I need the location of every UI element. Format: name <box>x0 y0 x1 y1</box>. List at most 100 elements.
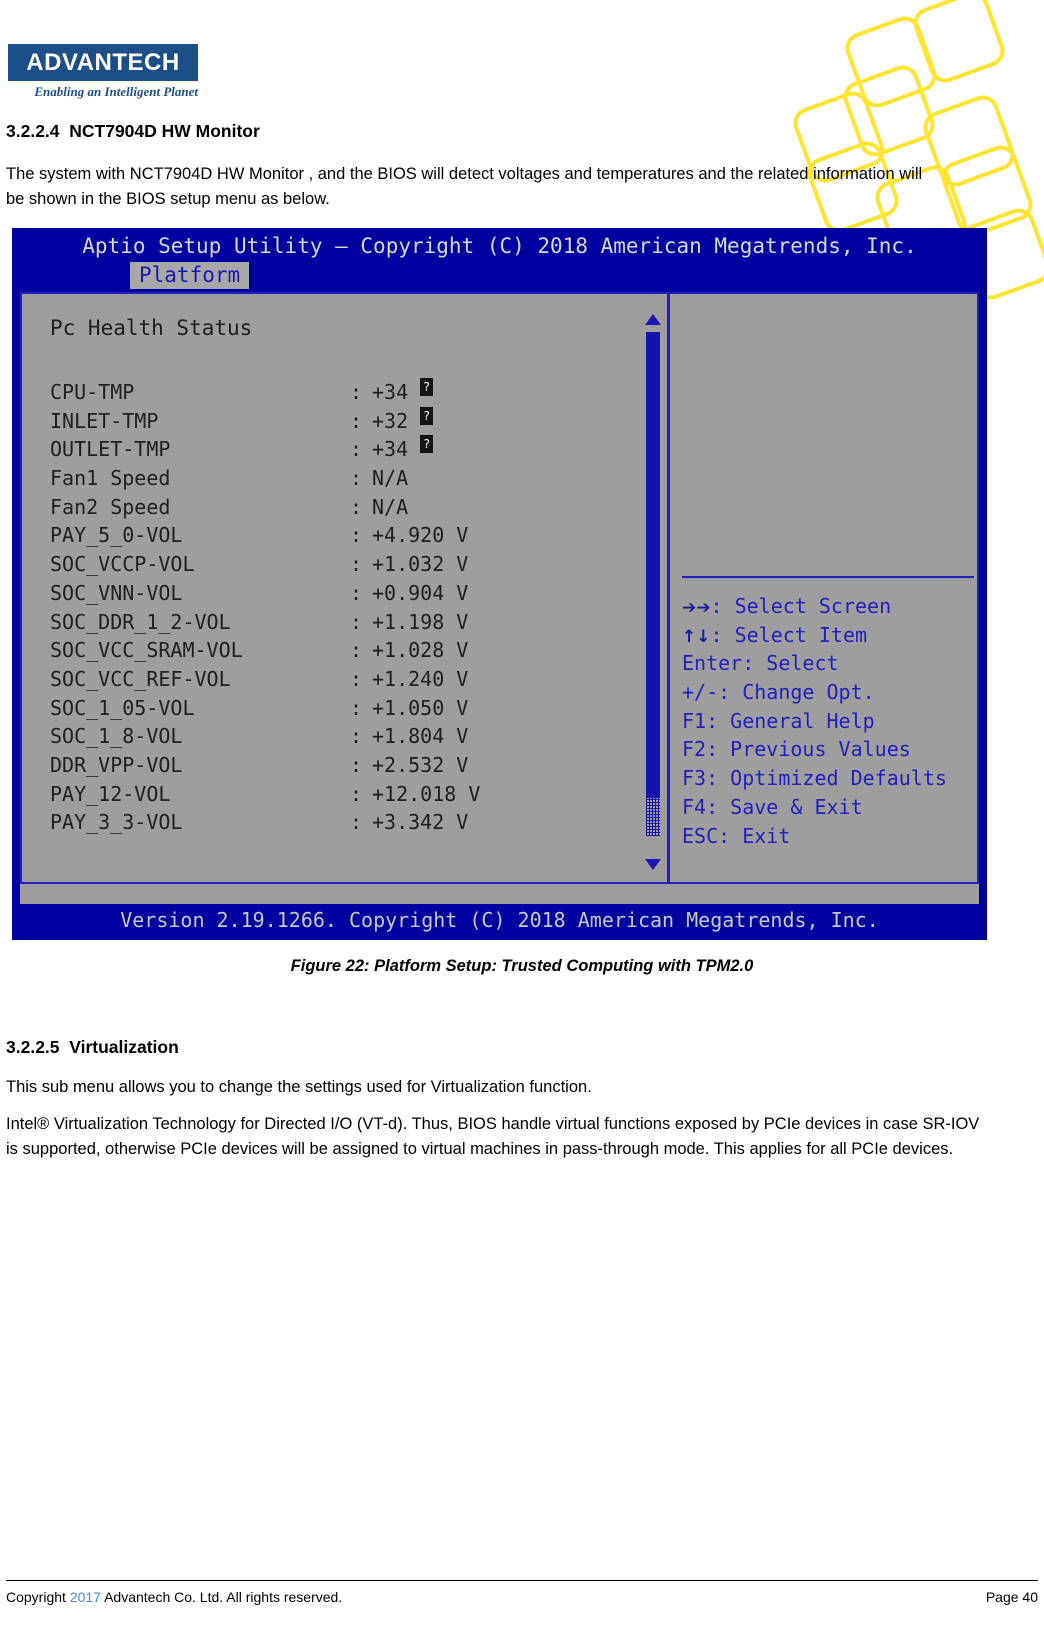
reading-value: +1.028 V <box>372 638 469 663</box>
reading-separator: : <box>350 781 363 806</box>
help-key-label: +/-: Change Opt. <box>682 680 875 705</box>
hw-monitor-row: PAY_5_0-VOL: +4.920 V <box>50 521 480 550</box>
help-key-label: F3: Optimized Defaults <box>682 766 947 791</box>
deco-square <box>937 141 1037 241</box>
hw-monitor-row: SOC_DDR_1_2-VOL: +1.198 V <box>50 608 480 637</box>
hw-monitor-row: PAY_12-VOL: +12.018 V <box>50 780 480 809</box>
bios-version-bar: Version 2.19.1266. Copyright (C) 2018 Am… <box>120 908 879 932</box>
hw-monitor-row: SOC_1_8-VOL: +1.804 V <box>50 722 480 751</box>
scroll-down-arrow-icon[interactable] <box>645 859 661 870</box>
scrollbar-thumb[interactable] <box>646 332 660 798</box>
reading-separator: : <box>350 638 363 663</box>
hw-monitor-row: SOC_VCC_REF-VOL: +1.240 V <box>50 665 480 694</box>
reading-value: +4.920 V <box>372 523 469 548</box>
reading-label: PAY_3_3-VOL <box>50 810 183 835</box>
paragraph-vtd: Intel® Virtualization Technology for Dir… <box>6 1115 980 1158</box>
reading-value: +34 <box>372 437 421 462</box>
reading-label: Fan2 Speed <box>50 494 171 519</box>
logo-box: ADVANTECH <box>8 44 198 81</box>
help-key-label: : Select Screen <box>710 594 892 618</box>
footer-divider <box>6 1580 1038 1581</box>
deco-square <box>839 61 939 161</box>
figure-caption: Figure 22: Platform Setup: Trusted Compu… <box>290 957 754 975</box>
arrow-keys-icon: ➔➔ <box>682 598 711 618</box>
help-key-row: F4: Save & Exit <box>682 793 947 822</box>
section-heading-nct7904d: 3.2.2.4 NCT7904D HW Monitor <box>6 121 260 141</box>
help-key-label: F1: General Help <box>682 708 875 733</box>
reading-separator: : <box>350 408 363 433</box>
help-key-label: Enter: Select <box>682 651 839 676</box>
hw-monitor-row: SOC_VNN-VOL: +0.904 V <box>50 579 480 608</box>
bios-content-panel: Pc Health Status CPU-TMP: +34 ? INLET-TMP:… <box>20 292 979 884</box>
reading-separator: : <box>350 810 363 835</box>
hw-monitor-row: DDR_VPP-VOL: +2.532 V <box>50 751 480 780</box>
reading-label: OUTLET-TMP <box>50 437 171 462</box>
hw-monitor-row: CPU-TMP: +34 ? <box>50 378 480 407</box>
reading-label: PAY_12-VOL <box>50 781 171 806</box>
help-key-label: ESC: Exit <box>682 823 791 848</box>
footer-copyright-suffix: Advantech Co. Ltd. All rights reserved. <box>100 1589 343 1605</box>
deco-square <box>841 12 941 112</box>
help-key-row: F3: Optimized Defaults <box>682 764 947 793</box>
footer-copyright: Copyright 2017 Advantech Co. Ltd. All ri… <box>6 1589 342 1605</box>
help-key-list: ➔➔: Select Screen ↑↓: Select Item Enter: S… <box>682 592 947 850</box>
reading-separator: : <box>350 380 363 404</box>
footer-page-number: Page 40 <box>985 1589 1038 1605</box>
reading-label: SOC_1_8-VOL <box>50 724 183 749</box>
reading-label: SOC_1_05-VOL <box>50 695 195 720</box>
help-key-label: : Select Item <box>710 622 868 647</box>
reading-separator: : <box>350 666 363 691</box>
logo-tagline: Enabling an Intelligent Planet <box>34 84 198 99</box>
hw-monitor-row: OUTLET-TMP: +34 ? <box>50 435 480 464</box>
reading-label: Fan1 Speed <box>50 466 171 491</box>
tab-platform[interactable]: Platform <box>130 262 250 289</box>
help-key-row: F2: Previous Values <box>682 735 947 764</box>
hw-monitor-row: Fan1 Speed: N/A <box>50 464 480 493</box>
hw-monitor-row: INLET-TMP: +32 ? <box>50 406 480 436</box>
help-key-label: F4: Save & Exit <box>682 794 863 819</box>
footer-copyright-prefix: Copyright <box>6 1589 70 1605</box>
help-key-row: ➔➔: Select Screen <box>682 592 947 621</box>
scrollbar-track[interactable] <box>646 798 660 836</box>
help-key-row: F1: General Help <box>682 707 947 736</box>
reading-value: +2.532 V <box>372 752 469 777</box>
hw-monitor-row: SOC_1_05-VOL: +1.050 V <box>50 694 480 723</box>
reading-value: +1.198 V <box>372 609 469 634</box>
reading-value: +34 <box>372 380 421 404</box>
help-key-row: ESC: Exit <box>682 822 947 851</box>
reading-value: +1.240 V <box>372 666 469 691</box>
help-separator-rule <box>682 576 974 578</box>
missing-glyph-icon: ? <box>420 406 434 425</box>
pc-health-status-title: Pc Health Status <box>50 316 253 340</box>
help-key-row: +/-: Change Opt. <box>682 678 947 707</box>
reading-value: +3.342 V <box>372 810 469 835</box>
reading-label: DDR_VPP-VOL <box>50 752 183 777</box>
reading-label: SOC_VCC_REF-VOL <box>50 666 231 691</box>
page-footer: Copyright 2017 Advantech Co. Ltd. All ri… <box>6 1589 1038 1605</box>
vertical-scrollbar[interactable] <box>643 302 663 878</box>
reading-label: SOC_VCCP-VOL <box>50 552 195 577</box>
hw-monitor-row: Fan2 Speed: N/A <box>50 493 480 522</box>
reading-value: +1.032 V <box>372 552 469 577</box>
hw-monitor-row: SOC_VCCP-VOL: +1.032 V <box>50 550 480 579</box>
reading-value: +32 <box>372 408 421 433</box>
reading-label: SOC_VNN-VOL <box>50 580 183 605</box>
logo-wordmark: ADVANTECH <box>26 48 180 76</box>
advantech-logo: ADVANTECH Enabling an Intelligent Planet <box>8 44 198 100</box>
reading-separator: : <box>350 552 363 577</box>
hw-monitor-readings-list: CPU-TMP: +34 ? INLET-TMP: +32 ? OUTLET-TMP: +… <box>50 378 480 837</box>
arrow-keys-icon: ↑↓ <box>682 626 711 647</box>
reading-label: SOC_DDR_1_2-VOL <box>50 609 231 634</box>
bios-setup-screenshot: Aptio Setup Utility – Copyright (C) 2018… <box>12 228 987 940</box>
reading-value: +1.050 V <box>372 695 469 720</box>
missing-glyph-icon: ? <box>420 378 434 396</box>
footer-year: 2017 <box>69 1589 101 1605</box>
bios-left-pane: Pc Health Status CPU-TMP: +34 ? INLET-TMP:… <box>22 294 667 882</box>
help-key-label: F2: Previous Values <box>682 737 911 762</box>
reading-label: SOC_VCC_SRAM-VOL <box>50 638 243 663</box>
reading-separator: : <box>350 494 363 519</box>
reading-value: +1.804 V <box>372 724 469 749</box>
deco-square <box>909 0 1009 87</box>
scroll-up-arrow-icon[interactable] <box>645 314 661 325</box>
reading-label: CPU-TMP <box>50 380 135 404</box>
